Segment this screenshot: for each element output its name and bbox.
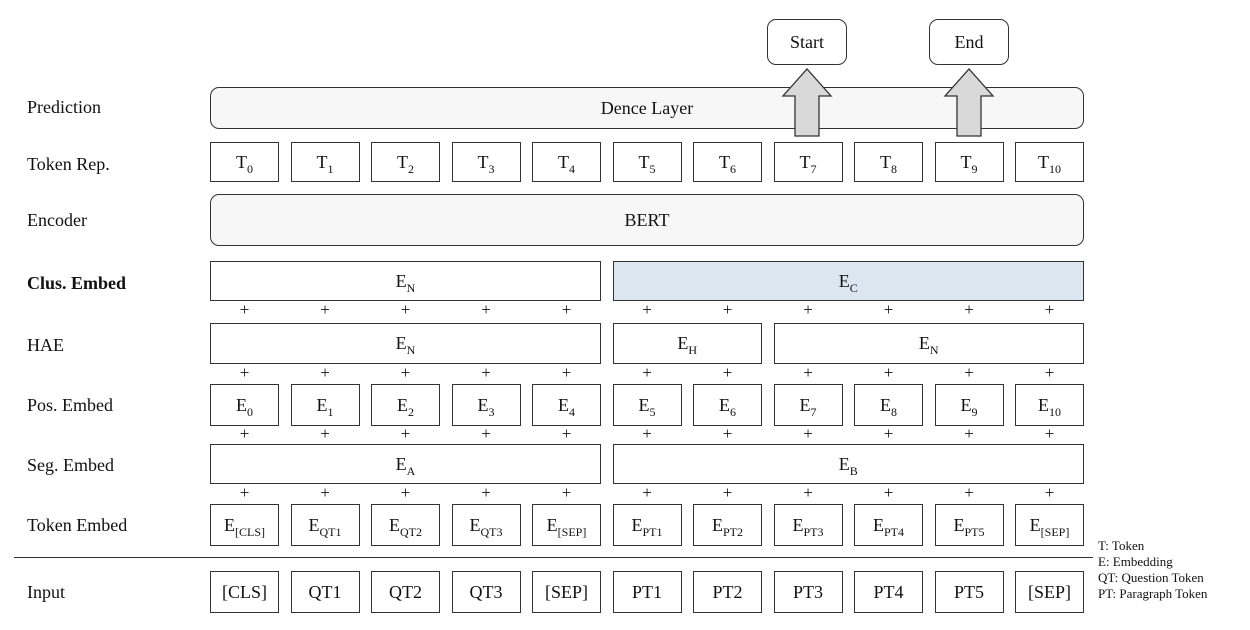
legend: T: Token E: Embedding QT: Question Token… <box>1098 538 1207 602</box>
legend-item-paragraph: PT: Paragraph Token <box>1098 586 1208 601</box>
legend-item-embedding: E: Embedding <box>1098 554 1173 569</box>
legend-item-token: T: Token <box>1098 538 1145 553</box>
start-arrow <box>781 68 833 137</box>
legend-item-question: QT: Question Token <box>1098 570 1204 585</box>
end-arrow <box>943 68 995 137</box>
output-arrows <box>781 68 995 137</box>
input-separator-line <box>14 557 1093 558</box>
